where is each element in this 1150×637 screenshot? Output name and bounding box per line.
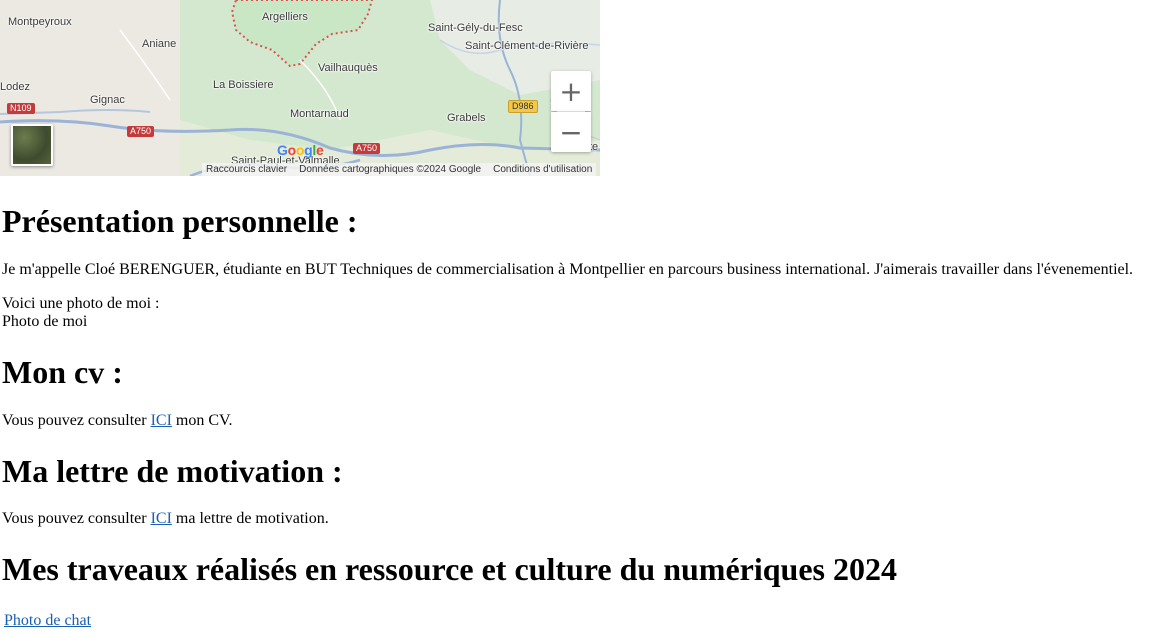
map-label-saint-clement: Saint-Clément-de-Rivière <box>465 40 589 52</box>
page: Montpeyroux Argelliers Saint-Gély-du-Fes… <box>0 0 1150 637</box>
map-label-argelliers: Argelliers <box>262 11 308 23</box>
map-label-vailhauques: Vailhauquès <box>318 62 378 74</box>
presentation-paragraph: Je m'appelle Cloé BERENGUER, étudiante e… <box>2 261 1134 278</box>
map-label-grabels: Grabels <box>447 112 486 124</box>
road-shield-d986: D986 <box>508 100 538 113</box>
map-label-montpeyroux: Montpeyroux <box>8 16 72 28</box>
cv-link[interactable]: ICI <box>151 412 172 429</box>
satellite-view-toggle[interactable] <box>11 124 53 166</box>
works-paragraph: Photo de chat <box>4 612 91 630</box>
terms-of-use-link[interactable]: Conditions d'utilisation <box>493 164 592 175</box>
map-label-la-boissiere: La Boissiere <box>213 79 274 91</box>
photo-intro: Voici une photo de moi : <box>2 295 160 312</box>
presentation-heading: Présentation personnelle : <box>2 203 358 239</box>
map-label-aniane: Aniane <box>142 38 177 50</box>
embedded-map[interactable]: Montpeyroux Argelliers Saint-Gély-du-Fes… <box>0 0 600 176</box>
keyboard-shortcuts-link[interactable]: Raccourcis clavier <box>206 164 287 175</box>
letter-heading: Ma lettre de motivation : <box>2 453 343 489</box>
zoom-in-button[interactable]: + <box>551 71 591 111</box>
works-heading: Mes traveaux réalisés en ressource et cu… <box>2 551 897 587</box>
map-data-credit: Données cartographiques ©2024 Google <box>299 164 482 175</box>
map-label-lodez: Lodez <box>0 81 30 93</box>
letter-paragraph: Vous pouvez consulter ICI ma lettre de m… <box>2 510 329 527</box>
cv-paragraph: Vous pouvez consulter ICI mon CV. <box>2 412 233 429</box>
map-attribution: Raccourcis clavier Données cartographiqu… <box>202 163 597 176</box>
zoom-out-button[interactable]: − <box>551 112 591 152</box>
map-label-montarnaud: Montarnaud <box>290 108 349 120</box>
map-label-gignac: Gignac <box>90 94 125 106</box>
cv-heading: Mon cv : <box>2 354 123 390</box>
plus-icon: + <box>559 74 583 108</box>
letter-link[interactable]: ICI <box>151 510 172 527</box>
cat-photo-link[interactable]: Photo de chat <box>4 612 91 629</box>
photo-of-me-alt: Photo de moi <box>2 313 88 330</box>
road-shield-a750: A750 <box>127 126 155 137</box>
map-label-saint-gely: Saint-Gély-du-Fesc <box>428 22 523 34</box>
road-shield-n109: N109 <box>7 103 35 114</box>
google-logo: Google <box>277 142 324 158</box>
minus-icon: − <box>559 115 583 149</box>
road-shield-a750: A750 <box>353 143 381 154</box>
